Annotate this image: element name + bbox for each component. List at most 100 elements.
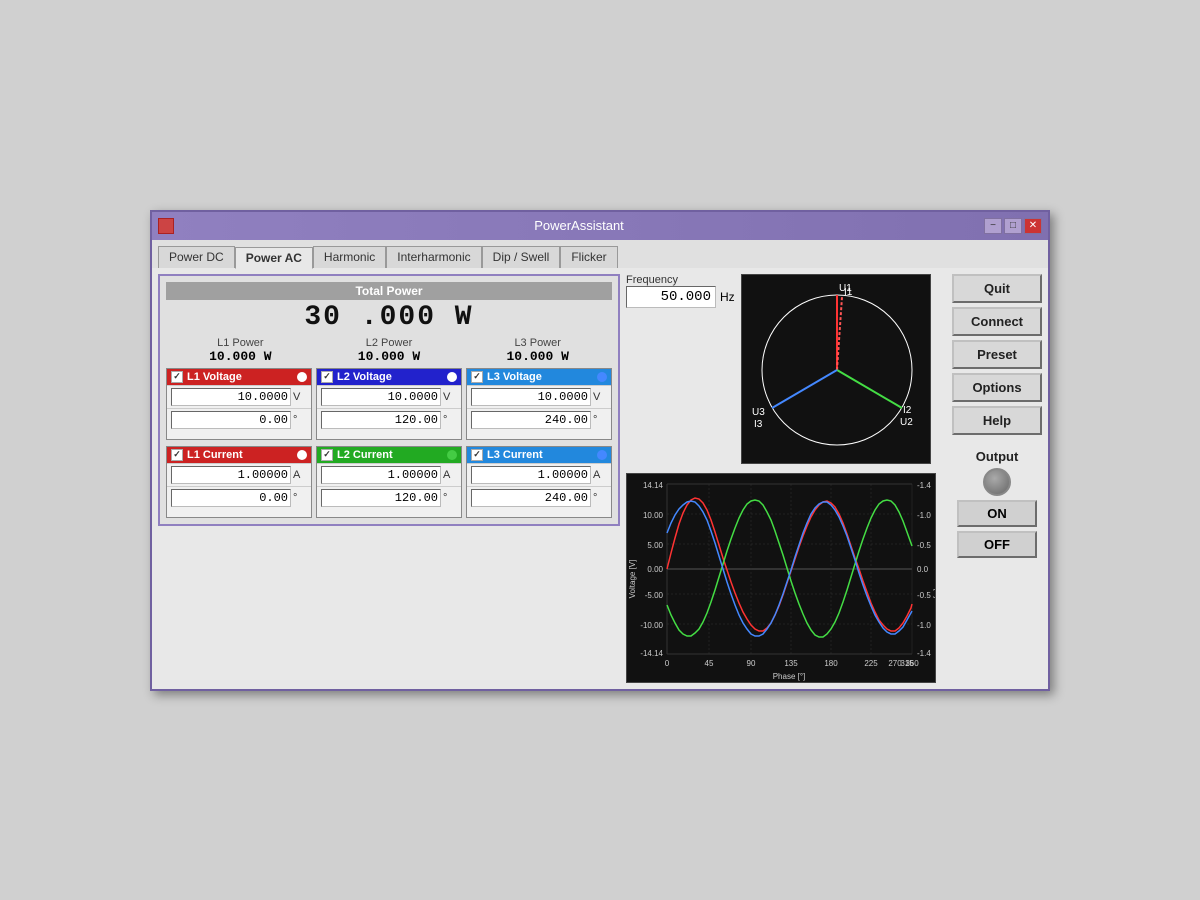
l2-voltage-phase-input[interactable] <box>321 411 441 429</box>
svg-text:Phase [°]: Phase [°] <box>773 672 806 681</box>
minimize-button[interactable]: − <box>984 218 1002 234</box>
svg-text:90: 90 <box>747 659 756 668</box>
preset-button[interactable]: Preset <box>952 340 1042 369</box>
l2-current-col: ✓ L2 Current A ° <box>316 446 462 518</box>
svg-text:-14.14: -14.14 <box>640 649 663 658</box>
l3-current-phase-input[interactable] <box>471 489 591 507</box>
power-summary-row: L1 Power 10.000 W L2 Power 10.000 W L3 P… <box>166 337 612 364</box>
tab-interharmonic[interactable]: Interharmonic <box>386 246 481 268</box>
tab-power-ac[interactable]: Power AC <box>235 247 313 269</box>
close-button[interactable]: ✕ <box>1024 218 1042 234</box>
l3-voltage-checkbox[interactable]: ✓ <box>471 371 483 383</box>
voltage-row: ✓ L1 Voltage V ° <box>166 368 612 440</box>
svg-text:U3: U3 <box>752 407 765 418</box>
l1-voltage-checkbox[interactable]: ✓ <box>171 371 183 383</box>
l2-current-magnitude-row: A <box>317 463 461 486</box>
inner-content: Total Power 30 .000 W L1 Power 10.000 W … <box>158 274 620 526</box>
output-section: Output ON OFF <box>952 449 1042 558</box>
l3-current-magnitude-input[interactable] <box>471 466 591 484</box>
svg-text:Voltage [V]: Voltage [V] <box>628 559 637 598</box>
frequency-input[interactable] <box>626 286 716 308</box>
svg-text:-0.5: -0.5 <box>917 541 931 550</box>
l3-current-col: ✓ L3 Current A ° <box>466 446 612 518</box>
l3-voltage-col: ✓ L3 Voltage V ° <box>466 368 612 440</box>
l1-voltage-col: ✓ L1 Voltage V ° <box>166 368 312 440</box>
svg-text:I1: I1 <box>844 287 853 298</box>
tab-power-dc[interactable]: Power DC <box>158 246 235 268</box>
svg-text:-1.4: -1.4 <box>917 481 931 490</box>
svg-text:0.0: 0.0 <box>917 565 929 574</box>
svg-text:Current [A]: Current [A] <box>933 559 936 598</box>
main-content: Total Power 30 .000 W L1 Power 10.000 W … <box>152 268 1048 689</box>
svg-text:-1.0: -1.0 <box>917 621 931 630</box>
l2-current-phase-row: ° <box>317 486 461 509</box>
svg-text:45: 45 <box>705 659 714 668</box>
l2-power-cell: L2 Power 10.000 W <box>315 337 464 364</box>
l1-voltage-dot <box>297 372 307 382</box>
l2-current-dot <box>447 450 457 460</box>
l3-voltage-dot <box>597 372 607 382</box>
svg-text:0.00: 0.00 <box>647 565 663 574</box>
svg-text:U2: U2 <box>900 417 913 428</box>
svg-text:5.00: 5.00 <box>647 541 663 550</box>
main-area: Total Power 30 .000 W L1 Power 10.000 W … <box>158 274 620 683</box>
svg-text:180: 180 <box>824 659 838 668</box>
l3-voltage-phase-input[interactable] <box>471 411 591 429</box>
svg-text:I3: I3 <box>754 419 763 430</box>
on-button[interactable]: ON <box>957 500 1037 527</box>
connect-button[interactable]: Connect <box>952 307 1042 336</box>
svg-text:225: 225 <box>864 659 878 668</box>
l1-current-header: ✓ L1 Current <box>167 447 311 463</box>
l3-current-header: ✓ L3 Current <box>467 447 611 463</box>
options-button[interactable]: Options <box>952 373 1042 402</box>
l1-current-checkbox[interactable]: ✓ <box>171 449 183 461</box>
svg-text:-0.5: -0.5 <box>917 591 931 600</box>
l2-voltage-header: ✓ L2 Voltage <box>317 369 461 385</box>
l1-voltage-phase-input[interactable] <box>171 411 291 429</box>
app-icon <box>158 218 174 234</box>
l2-current-checkbox[interactable]: ✓ <box>321 449 333 461</box>
l1-voltage-header: ✓ L1 Voltage <box>167 369 311 385</box>
l3-voltage-magnitude-input[interactable] <box>471 388 591 406</box>
off-button[interactable]: OFF <box>957 531 1037 558</box>
l3-current-checkbox[interactable]: ✓ <box>471 449 483 461</box>
l2-voltage-magnitude-row: V <box>317 385 461 408</box>
l1-current-phase-input[interactable] <box>171 489 291 507</box>
l1-current-magnitude-input[interactable] <box>171 466 291 484</box>
output-indicator <box>983 468 1011 496</box>
l3-power-cell: L3 Power 10.000 W <box>463 337 612 364</box>
charts-area: Frequency Hz U1 <box>626 274 946 683</box>
svg-text:-1.0: -1.0 <box>917 511 931 520</box>
l2-voltage-magnitude-input[interactable] <box>321 388 441 406</box>
waveform-section: 14.14 10.00 5.00 0.00 -5.00 -10.00 -14.1… <box>626 473 946 683</box>
l3-current-phase-row: ° <box>467 486 611 509</box>
tab-bar: Power DC Power AC Harmonic Interharmonic… <box>158 246 1042 268</box>
l1-voltage-magnitude-input[interactable] <box>171 388 291 406</box>
l2-voltage-col: ✓ L2 Voltage V ° <box>316 368 462 440</box>
quit-button[interactable]: Quit <box>952 274 1042 303</box>
l1-voltage-phase-row: ° <box>167 408 311 431</box>
l1-voltage-magnitude-row: V <box>167 385 311 408</box>
l1-current-phase-row: ° <box>167 486 311 509</box>
l1-current-dot <box>297 450 307 460</box>
l2-current-magnitude-input[interactable] <box>321 466 441 484</box>
svg-text:I2: I2 <box>903 405 912 416</box>
svg-text:10.00: 10.00 <box>643 511 664 520</box>
l2-voltage-checkbox[interactable]: ✓ <box>321 371 333 383</box>
svg-text:-5.00: -5.00 <box>645 591 664 600</box>
tab-flicker[interactable]: Flicker <box>560 246 617 268</box>
total-power-value: 30 .000 W <box>166 302 612 333</box>
l3-voltage-phase-row: ° <box>467 408 611 431</box>
l3-voltage-header: ✓ L3 Voltage <box>467 369 611 385</box>
svg-text:0: 0 <box>665 659 670 668</box>
tab-dip-swell[interactable]: Dip / Swell <box>482 246 561 268</box>
help-button[interactable]: Help <box>952 406 1042 435</box>
maximize-button[interactable]: □ <box>1004 218 1022 234</box>
window-controls: − □ ✕ <box>984 218 1042 234</box>
svg-text:135: 135 <box>784 659 798 668</box>
l1-current-magnitude-row: A <box>167 463 311 486</box>
waveform-svg: 14.14 10.00 5.00 0.00 -5.00 -10.00 -14.1… <box>626 473 936 683</box>
l3-voltage-magnitude-row: V <box>467 385 611 408</box>
l2-current-phase-input[interactable] <box>321 489 441 507</box>
tab-harmonic[interactable]: Harmonic <box>313 246 386 268</box>
